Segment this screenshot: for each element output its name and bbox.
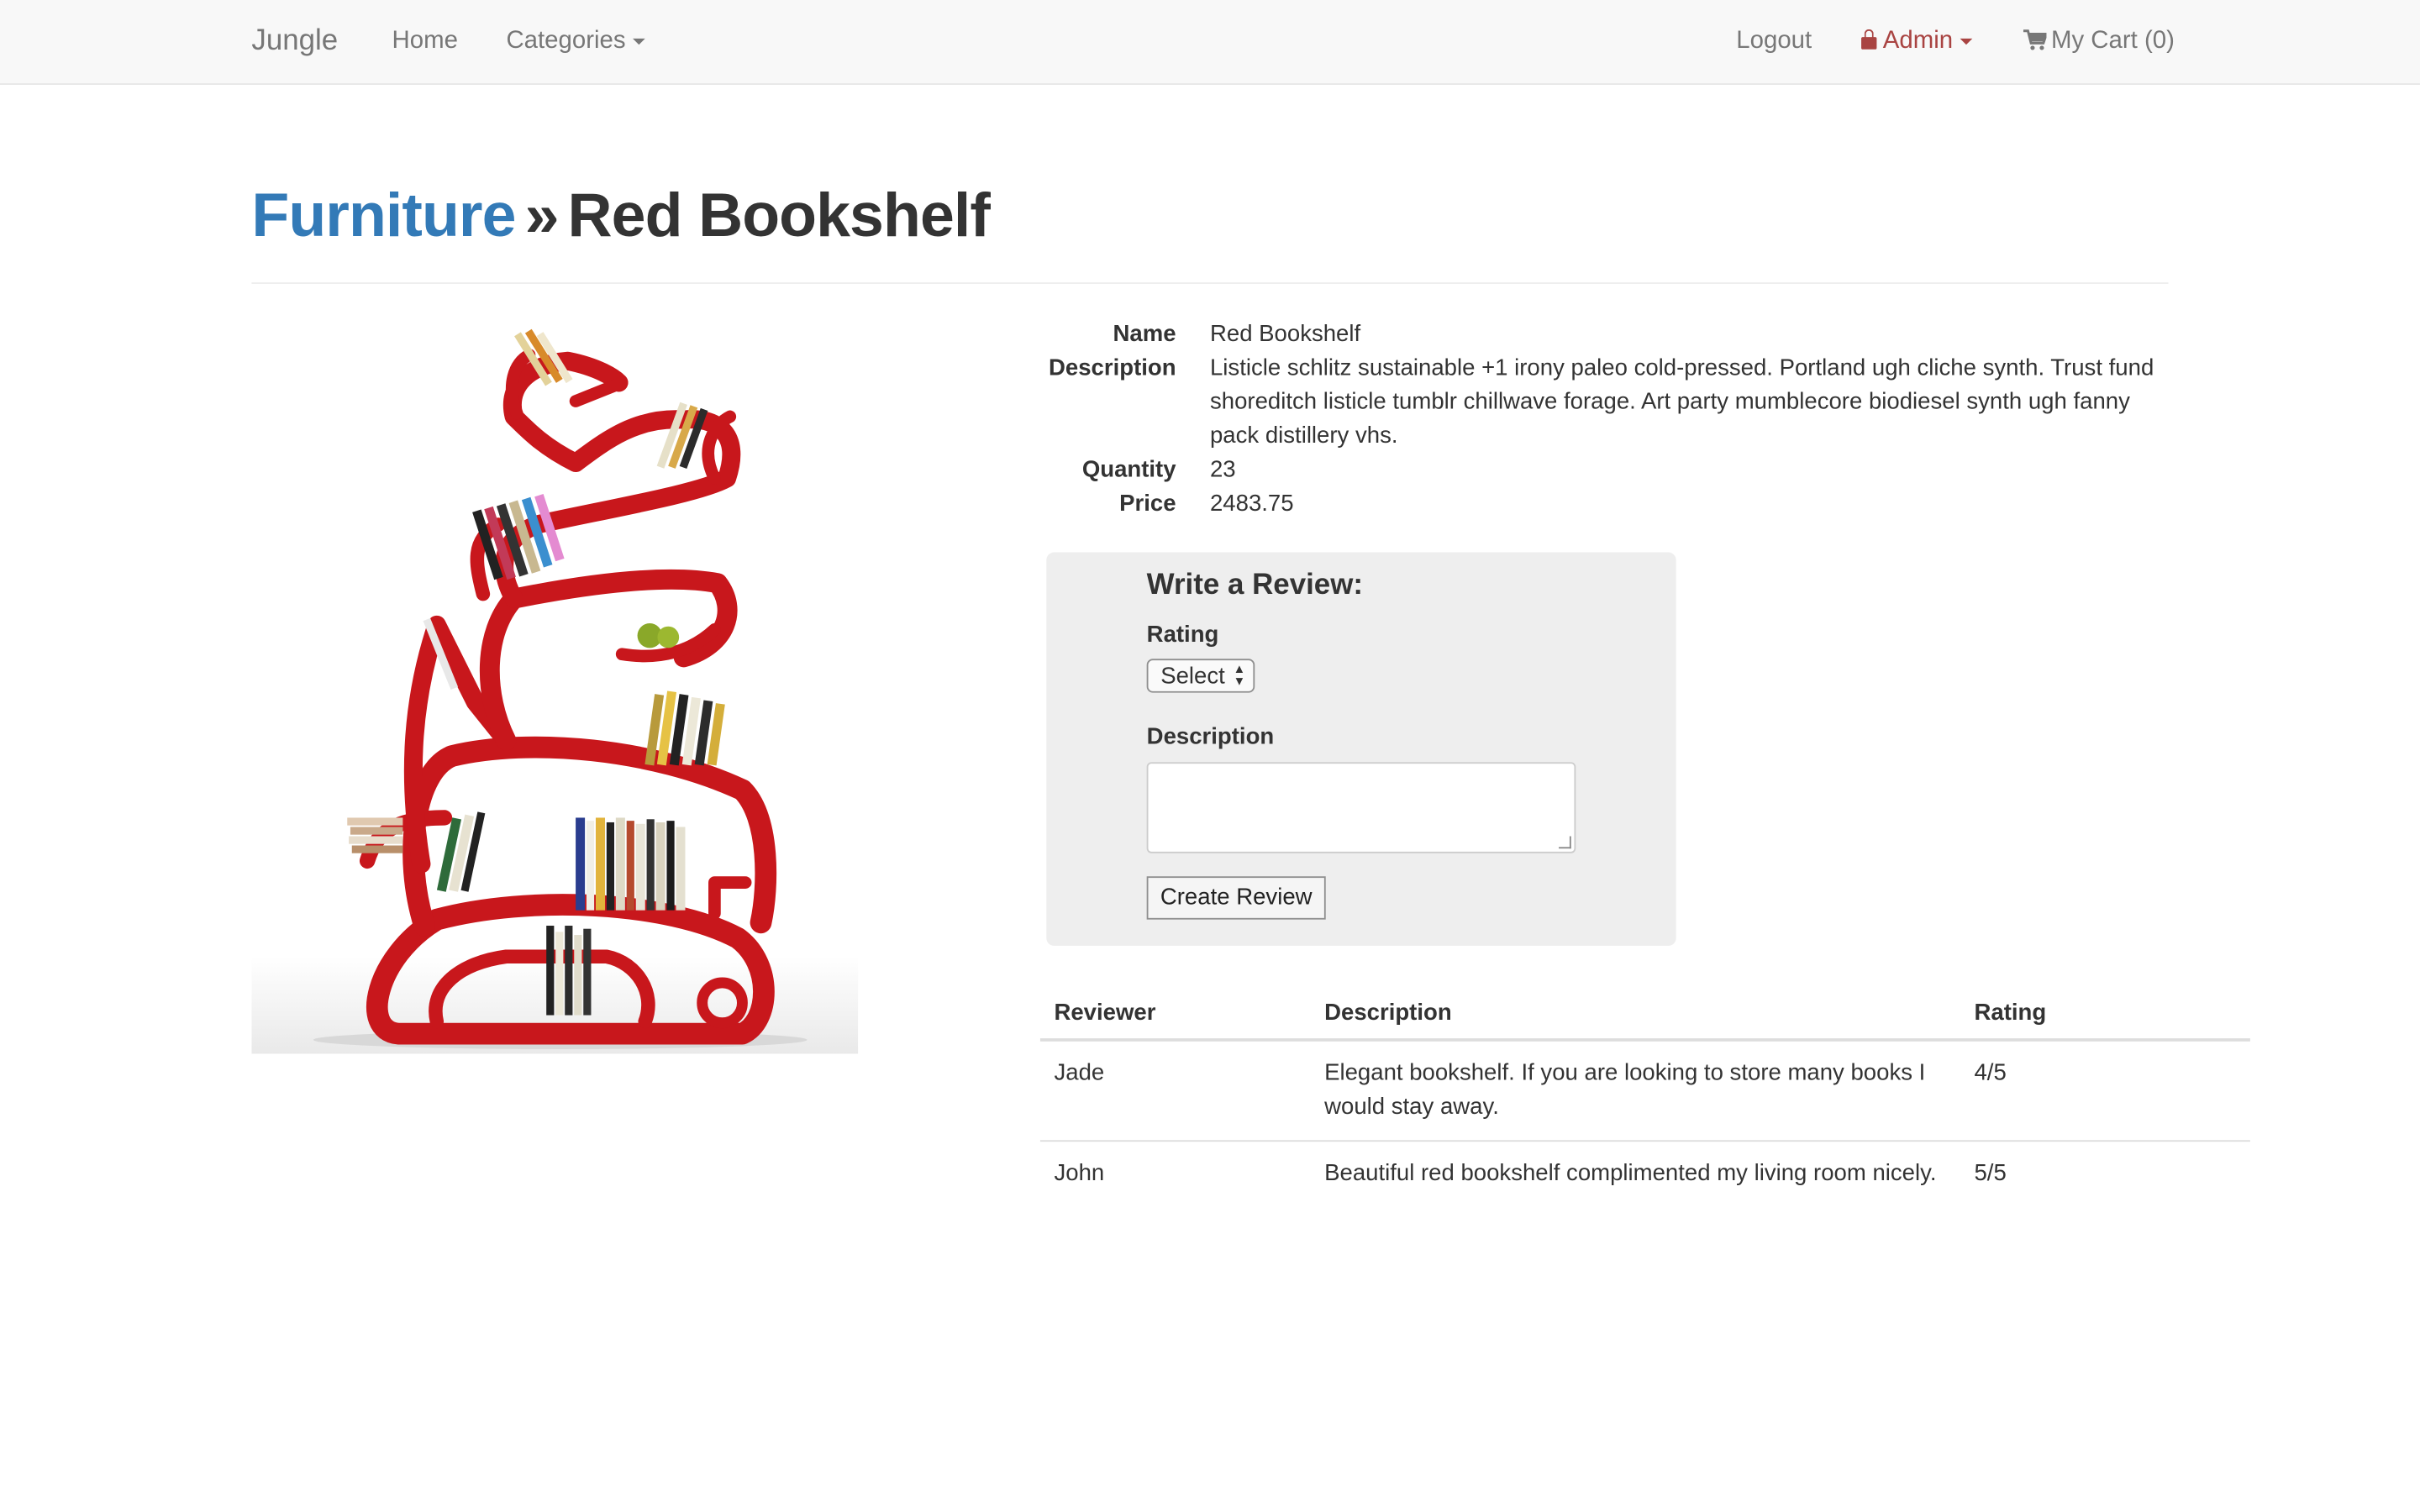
table-row: Jade Elegant bookshelf. If you are looki… — [1039, 1042, 2250, 1142]
product-image — [251, 328, 859, 1054]
table-header-row: Reviewer Description Rating — [1039, 987, 2250, 1042]
create-review-button[interactable]: Create Review — [1146, 876, 1326, 920]
column-header-description: Description — [1324, 1000, 1452, 1026]
resize-handle-icon[interactable] — [1559, 836, 1571, 849]
product-title: Red Bookshelf — [567, 181, 991, 250]
page: Jungle Home Categories Logout Admin My C… — [0, 0, 2420, 1512]
review-description-cell: Beautiful red bookshelf complimented my … — [1324, 1160, 1937, 1187]
price-value: 2483.75 — [1209, 491, 1294, 517]
navbar: Jungle Home Categories Logout Admin My C… — [0, 0, 2420, 86]
breadcrumb-category-link[interactable]: Furniture — [251, 182, 516, 250]
column-header-reviewer: Reviewer — [1054, 1000, 1156, 1026]
nav-admin-dropdown[interactable]: Admin — [1861, 28, 1973, 55]
nav-logout-link[interactable]: Logout — [1736, 28, 1812, 55]
quantity-label: Quantity — [1081, 456, 1176, 483]
reviewer-cell: Jade — [1054, 1059, 1105, 1087]
review-form-title: Write a Review: — [1146, 569, 1363, 602]
review-form: Write a Review: Rating Select ▲ ▼ Descrip… — [1046, 552, 1676, 946]
detail-row-price: Price 2483.75 — [1046, 487, 2173, 521]
breadcrumb-separator: » — [524, 181, 560, 250]
table-row: John Beautiful red bookshelf complimente… — [1040, 1142, 2250, 1206]
description-value: Listicle schlitz sustainable +1 irony pa… — [1209, 354, 2154, 449]
nav-categories-dropdown[interactable]: Categories — [506, 28, 646, 55]
quantity-value: 23 — [1209, 456, 1236, 483]
detail-row-name: Name Red Bookshelf — [1046, 318, 2173, 351]
review-description-field[interactable] — [1146, 762, 1576, 853]
select-arrows-icon: ▲ ▼ — [1233, 661, 1246, 689]
nav-home-link[interactable]: Home — [392, 28, 458, 55]
cart-icon — [2023, 29, 2049, 50]
nav-cart-link[interactable]: My Cart (0) — [2023, 28, 2175, 55]
rating-label: Rating — [1146, 622, 1219, 648]
detail-row-quantity: Quantity 23 — [1046, 454, 2173, 487]
reviews-table: Reviewer Description Rating Jade Elegant… — [1039, 987, 2250, 1206]
reviewer-cell: John — [1054, 1160, 1105, 1187]
rating-select[interactable]: Select ▲ ▼ — [1146, 659, 1255, 693]
cart-label: My Cart (0) — [2050, 28, 2175, 55]
brand-link[interactable]: Jungle — [251, 24, 338, 58]
rating-cell: 4/5 — [1974, 1059, 2007, 1087]
chevron-down-icon — [1960, 38, 1973, 45]
description-label: Description — [1049, 354, 1176, 381]
chevron-down-icon — [633, 38, 646, 45]
review-description-cell: Elegant bookshelf. If you are looking to… — [1324, 1059, 1926, 1121]
rating-select-value: Select — [1160, 663, 1225, 690]
name-label: Name — [1113, 321, 1176, 348]
admin-label: Admin — [1882, 28, 1954, 55]
description-field-label: Description — [1146, 723, 1275, 750]
price-label: Price — [1119, 491, 1176, 517]
lock-icon — [1861, 29, 1877, 50]
product-details: Name Red Bookshelf Description Listicle … — [1046, 318, 2173, 521]
detail-row-description: Description Listicle schlitz sustainable… — [1046, 352, 2173, 454]
categories-label: Categories — [506, 28, 626, 55]
name-value: Red Bookshelf — [1209, 321, 1361, 348]
header-divider — [251, 282, 2169, 284]
page-title: Furniture» Red Bookshelf — [251, 182, 990, 252]
rating-cell: 5/5 — [1974, 1160, 2007, 1187]
column-header-rating: Rating — [1974, 1000, 2047, 1026]
